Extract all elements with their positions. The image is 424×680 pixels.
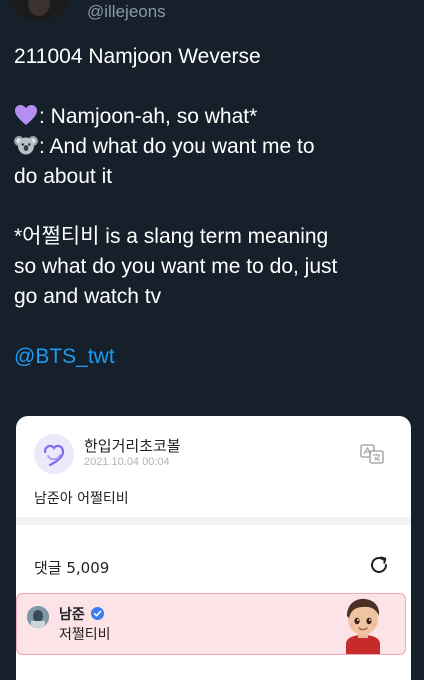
refresh-icon[interactable] bbox=[368, 554, 390, 576]
comments-count: 댓글 5,009 bbox=[34, 559, 110, 577]
tweet-header: @illejeons bbox=[0, 0, 424, 26]
post-date: 2021.10.04 00:04 bbox=[84, 456, 170, 468]
tweet-title-line: 211004 Namjoon Weverse bbox=[14, 45, 261, 68]
artist-character-icon bbox=[338, 594, 388, 654]
post-body: 남준아 어쩔티비 bbox=[34, 491, 129, 507]
user-avatar[interactable] bbox=[8, 0, 70, 20]
koala-line-text: : And what do you want me to bbox=[39, 135, 315, 158]
note-line-3: go and watch tv bbox=[14, 285, 162, 308]
user-handle[interactable]: @illejeons bbox=[87, 2, 166, 22]
note-line-1: *어쩔티비 is a slang term meaning bbox=[14, 225, 329, 248]
heart-line-text: : Namjoon-ah, so what* bbox=[39, 105, 258, 128]
comment-author-name[interactable]: 남준 bbox=[59, 604, 85, 624]
tweet-text: 211004 Namjoon Weverse : Namjoon-ah, so … bbox=[14, 42, 414, 372]
koala-icon bbox=[14, 134, 38, 156]
divider bbox=[16, 517, 411, 525]
koala-line-cont: do about it bbox=[14, 165, 113, 188]
koala-line: : And what do you want me to bbox=[14, 132, 414, 162]
heart-line: : Namjoon-ah, so what* bbox=[14, 102, 414, 132]
note-line-2: so what do you want me to do, just bbox=[14, 255, 338, 278]
purple-heart-icon bbox=[14, 104, 38, 126]
weverse-screenshot-card[interactable]: 한입거리초코볼 2021.10.04 00:04 남준아 어쩔티비 댓글 5,0… bbox=[16, 416, 411, 680]
mention-link[interactable]: @BTS_twt bbox=[14, 342, 414, 372]
translate-icon[interactable] bbox=[360, 444, 384, 464]
comment-author-avatar bbox=[27, 606, 49, 628]
post-author-avatar bbox=[34, 434, 74, 474]
verified-badge-icon bbox=[91, 607, 104, 620]
comment-text: 저쩔티비 bbox=[59, 627, 111, 643]
post-author-name[interactable]: 한입거리초코볼 bbox=[84, 435, 181, 456]
